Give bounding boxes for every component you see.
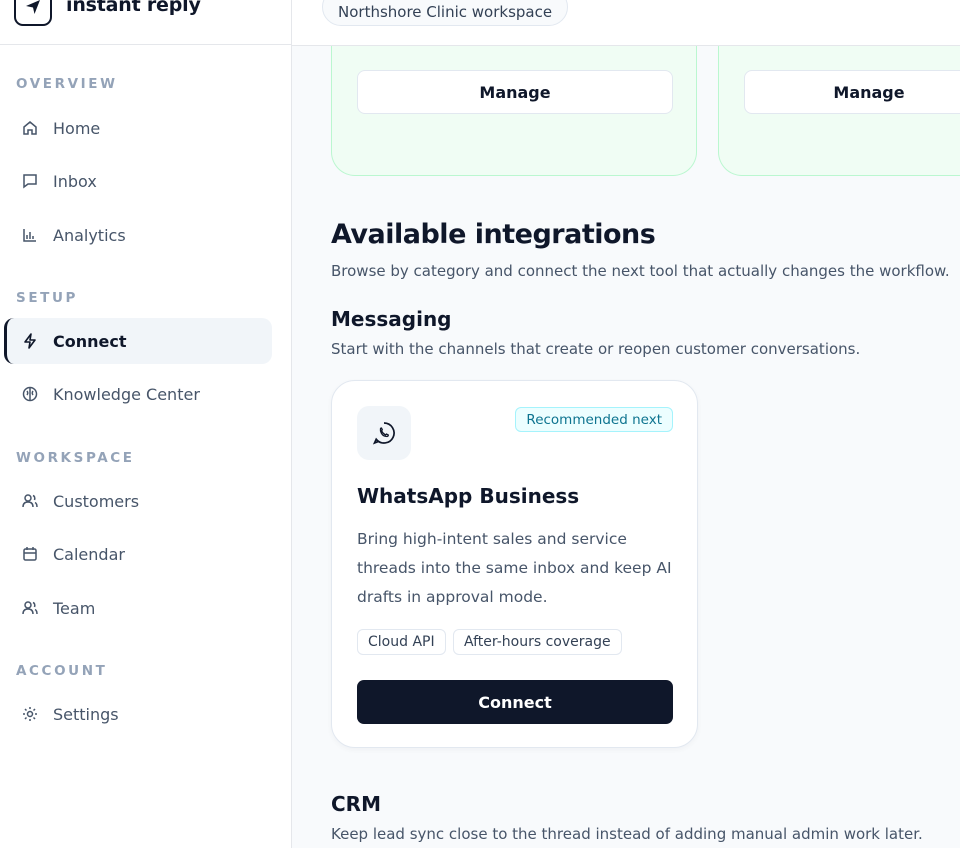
inbox-icon bbox=[20, 171, 40, 191]
sidebar-item-label: Connect bbox=[53, 331, 127, 351]
team-icon bbox=[20, 598, 40, 618]
sidebar-item-analytics[interactable]: Analytics bbox=[4, 212, 272, 258]
brand: instant reply bbox=[0, 0, 291, 45]
sidebar-item-calendar[interactable]: Calendar bbox=[4, 531, 272, 577]
sidebar-item-knowledge-center[interactable]: Knowledge Center bbox=[4, 371, 272, 417]
sidebar-item-connect[interactable]: Connect bbox=[4, 318, 272, 364]
connect-button[interactable]: Connect bbox=[357, 680, 673, 724]
section-subtitle: Browse by category and connect the next … bbox=[331, 262, 950, 280]
category-subtitle-messaging: Start with the channels that create or r… bbox=[331, 340, 861, 358]
brand-name: instant reply bbox=[66, 0, 201, 16]
section-label-setup: SETUP bbox=[16, 290, 79, 306]
sidebar-item-label: Analytics bbox=[53, 225, 126, 245]
sidebar-item-label: Inbox bbox=[53, 171, 97, 191]
integration-name: WhatsApp Business bbox=[357, 484, 580, 508]
home-icon bbox=[20, 118, 40, 138]
integration-card-whatsapp: Recommended next WhatsApp Business Bring… bbox=[331, 380, 698, 748]
sidebar-item-home[interactable]: Home bbox=[4, 105, 272, 151]
sidebar-item-label: Settings bbox=[53, 704, 119, 724]
category-subtitle-crm: Keep lead sync close to the thread inste… bbox=[331, 825, 923, 843]
category-title-crm: CRM bbox=[331, 792, 381, 816]
category-title-messaging: Messaging bbox=[331, 307, 452, 331]
brain-icon bbox=[20, 384, 40, 404]
integration-description: Bring high-intent sales and service thre… bbox=[357, 530, 672, 606]
sidebar-item-label: Calendar bbox=[53, 544, 125, 564]
sidebar-item-label: Customers bbox=[53, 491, 140, 511]
section-title: Available integrations bbox=[331, 219, 656, 250]
sidebar-item-label: Knowledge Center bbox=[53, 384, 200, 404]
users-icon bbox=[20, 491, 40, 511]
bolt-icon bbox=[20, 331, 40, 351]
sidebar-item-customers[interactable]: Customers bbox=[4, 478, 272, 524]
section-label-account: ACCOUNT bbox=[16, 663, 108, 679]
workspace-switcher[interactable]: Northshore Clinic workspace bbox=[322, 0, 569, 26]
calendar-icon bbox=[20, 544, 40, 564]
sidebar-item-settings[interactable]: Settings bbox=[4, 691, 272, 737]
logo-icon bbox=[14, 0, 52, 26]
sidebar-item-label: Team bbox=[53, 598, 96, 618]
manage-button[interactable]: Manage bbox=[744, 70, 960, 114]
integration-tag: After-hours coverage bbox=[453, 629, 622, 655]
section-label-workspace: WORKSPACE bbox=[16, 450, 135, 466]
manage-button[interactable]: Manage bbox=[357, 70, 673, 114]
analytics-icon bbox=[20, 225, 40, 245]
whatsapp-icon bbox=[357, 406, 411, 460]
main-content: Northshore Clinic workspace Manage Manag… bbox=[292, 0, 960, 848]
section-label-overview: OVERVIEW bbox=[16, 76, 118, 92]
sidebar: instant reply OVERVIEW Home Inbox Analyt… bbox=[0, 0, 292, 848]
sidebar-item-team[interactable]: Team bbox=[4, 585, 272, 631]
sidebar-item-label: Home bbox=[53, 118, 101, 138]
topbar: Northshore Clinic workspace bbox=[292, 0, 960, 46]
recommended-badge: Recommended next bbox=[515, 407, 673, 432]
integration-tag: Cloud API bbox=[357, 629, 446, 655]
sidebar-item-inbox[interactable]: Inbox bbox=[4, 158, 272, 204]
gear-icon bbox=[20, 704, 40, 724]
